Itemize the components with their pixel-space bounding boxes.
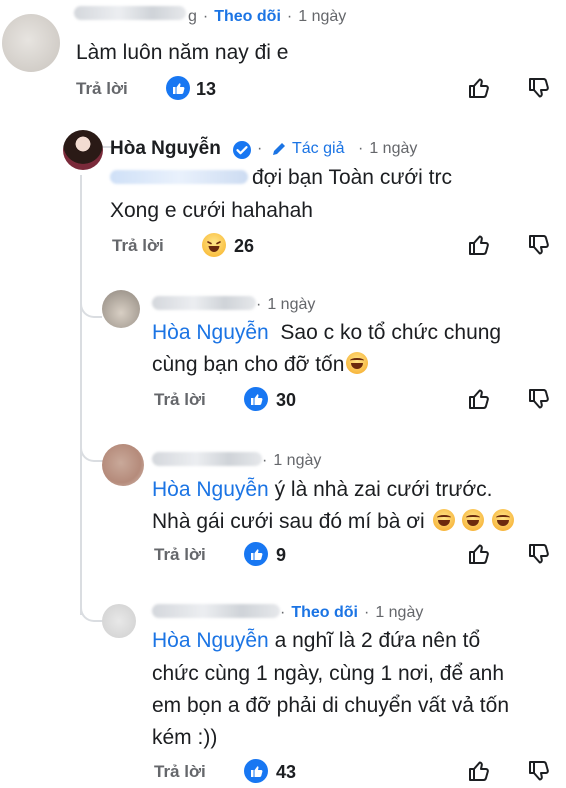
avatar[interactable] (63, 130, 103, 170)
rofl-emoji-icon (432, 509, 455, 531)
comment-text-line-2: cùng bạn cho đỡ tốn (152, 350, 369, 380)
blurred-username (152, 452, 262, 466)
follow-link[interactable]: Theo dõi (291, 604, 358, 621)
comment-text-line-1: Hòa Nguyễn Sao c ko tổ chức chung (152, 321, 502, 344)
blurred-username (152, 604, 280, 618)
rofl-emoji-icon (462, 509, 485, 531)
avatar[interactable] (2, 14, 60, 72)
reply-button[interactable]: Trả lời (154, 762, 206, 782)
comment-meta: g · Theo dõi · 1 ngày (188, 8, 347, 25)
avatar[interactable] (102, 290, 140, 328)
thumbs-up-outline-icon[interactable] (466, 75, 492, 101)
timestamp: 1 ngày (369, 140, 418, 157)
reaction-count: 13 (196, 79, 217, 99)
timestamp: 1 ngày (273, 452, 322, 469)
mention-link[interactable]: Hòa Nguyễn (152, 478, 269, 501)
rofl-emoji-icon (346, 352, 369, 374)
thread-elbow-3 (80, 430, 104, 462)
thumbs-down-outline-icon[interactable] (526, 541, 552, 567)
comment-text-line-2: Xong e cưới hahahah (110, 199, 313, 222)
comment-text-line-1: Hòa Nguyễn a nghĩ là 2 đứa nên tổ (152, 629, 481, 652)
verified-badge-icon (233, 141, 251, 159)
author-name[interactable]: Hòa Nguyễn (110, 138, 221, 160)
mention-link[interactable]: Hòa Nguyễn (152, 629, 269, 652)
reaction-count: 43 (276, 762, 297, 782)
timestamp: 1 ngày (375, 604, 424, 621)
username-suffix: g (188, 8, 197, 25)
reaction-count: 26 (234, 236, 255, 256)
thumbs-up-icon (244, 387, 268, 411)
comment-text: Làm luôn năm nay đi e (76, 41, 289, 64)
thumbs-up-icon (244, 759, 268, 783)
follow-link[interactable]: Theo dõi (214, 8, 281, 25)
comment-meta: · 1 ngày (256, 296, 316, 313)
blurred-username (74, 6, 186, 20)
reaction-count: 30 (276, 390, 297, 410)
mention-link[interactable]: Hòa Nguyễn (152, 321, 269, 344)
thread-line-main (80, 175, 82, 615)
reply-button[interactable]: Trả lời (76, 79, 128, 99)
comment-text-line-2: chức cùng 1 ngày, cùng 1 nơi, để anh (152, 662, 505, 685)
thumbs-up-outline-icon[interactable] (466, 232, 492, 258)
thumbs-up-icon (244, 542, 268, 566)
pencil-icon (273, 143, 285, 155)
thumbs-up-outline-icon[interactable] (466, 758, 492, 784)
thumbs-down-outline-icon[interactable] (526, 758, 552, 784)
rofl-emoji-icon (492, 509, 515, 531)
reply-button[interactable]: Trả lời (154, 390, 206, 410)
blurred-mention (110, 170, 248, 184)
author-badge: Tác giả (292, 140, 345, 157)
dot: · (257, 140, 263, 157)
comment-text-line-1: Hòa Nguyễn ý là nhà zai cưới trước. (152, 478, 493, 501)
thread-elbow-4 (80, 580, 104, 622)
blurred-username (152, 296, 256, 310)
comment-meta: · 1 ngày (262, 452, 322, 469)
comment-meta: · 1 ngày (358, 140, 418, 157)
comment-text-line-4: kém :)) (152, 726, 218, 749)
avatar[interactable] (102, 444, 144, 486)
thumbs-up-outline-icon[interactable] (466, 386, 492, 412)
thumbs-down-outline-icon[interactable] (526, 386, 552, 412)
comment-text-line-3: em bọn a đỡ phải di chuyển vất vả tốn (152, 694, 509, 717)
thumbs-down-outline-icon[interactable] (526, 75, 552, 101)
thumbs-up-outline-icon[interactable] (466, 541, 492, 567)
laughing-face-icon (202, 233, 226, 257)
thread-elbow-2 (80, 288, 102, 318)
avatar[interactable] (102, 604, 136, 638)
thumbs-up-icon (166, 76, 190, 100)
timestamp: 1 ngày (298, 8, 347, 25)
reply-button[interactable]: Trả lời (154, 545, 206, 565)
reaction-count: 9 (276, 545, 287, 565)
reply-button[interactable]: Trả lời (112, 236, 164, 256)
comment-text-line-1: đợi bạn Toàn cưới trc (252, 166, 452, 189)
comment-text-line-2: Nhà gái cưới sau đó mí bà ơi (152, 507, 515, 537)
thumbs-down-outline-icon[interactable] (526, 232, 552, 258)
timestamp: 1 ngày (267, 296, 316, 313)
comment-meta: · Theo dõi · 1 ngày (280, 604, 424, 621)
